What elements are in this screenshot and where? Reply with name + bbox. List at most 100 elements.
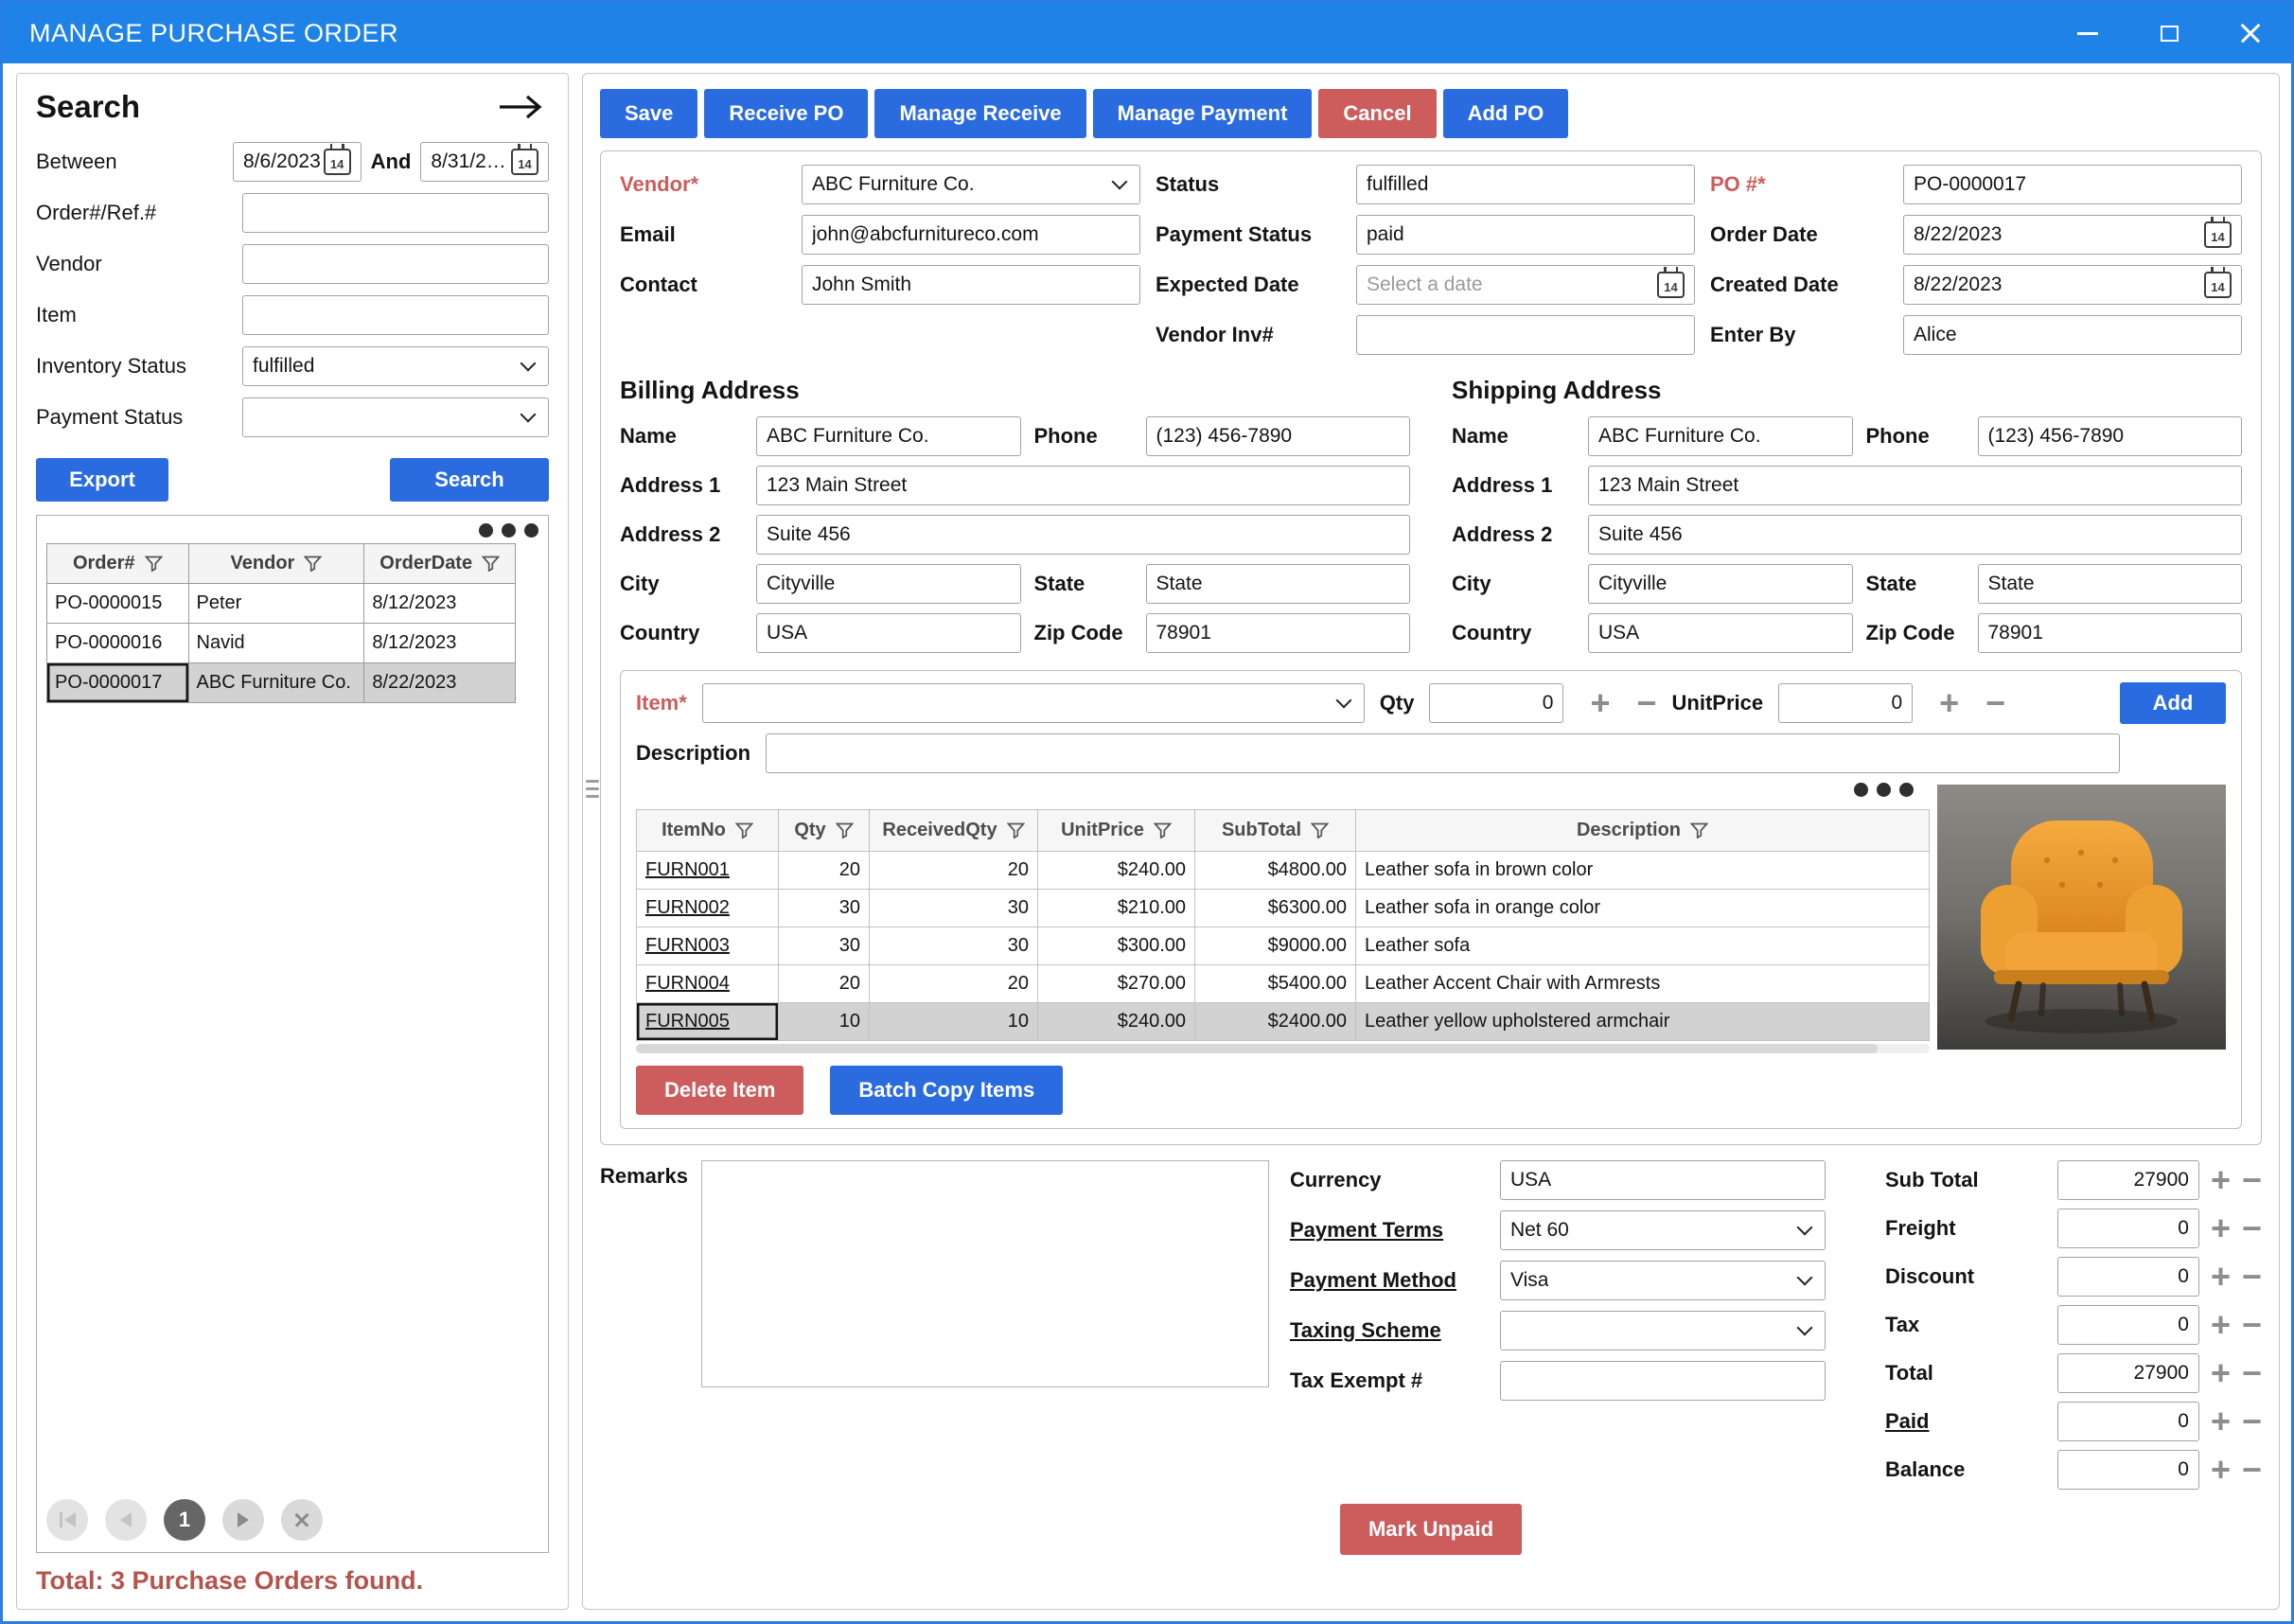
column-header-qty[interactable]: Qty <box>779 810 870 852</box>
vendor-select[interactable]: ABC Furniture Co. <box>802 165 1140 204</box>
billing-city-input[interactable]: Cityville <box>756 564 1021 604</box>
enter-by-input[interactable]: Alice <box>1903 315 2242 355</box>
item-row[interactable]: FURN003 30 30 $300.00 $9000.00 Leather s… <box>637 927 1930 965</box>
minus-icon[interactable] <box>2242 1408 2262 1436</box>
filter-icon[interactable] <box>145 556 163 572</box>
item-row[interactable]: FURN001 20 20 $240.00 $4800.00 Leather s… <box>637 852 1930 890</box>
cancel-page-button[interactable] <box>281 1499 323 1541</box>
filter-icon[interactable] <box>482 556 500 572</box>
next-page-button[interactable] <box>222 1499 264 1541</box>
shipping-address1-input[interactable]: 123 Main Street <box>1588 466 2242 505</box>
po-number-input[interactable]: PO-0000017 <box>1903 165 2242 204</box>
description-input[interactable] <box>766 733 2120 773</box>
filter-icon[interactable] <box>735 822 753 838</box>
payment-terms-label[interactable]: Payment Terms <box>1290 1218 1500 1243</box>
order-ref-input[interactable] <box>242 193 549 233</box>
items-options-menu[interactable] <box>1854 783 1914 797</box>
table-row-selected[interactable]: PO-0000017ABC Furniture Co.8/22/2023 <box>47 663 516 703</box>
column-header-subtotal[interactable]: SubTotal <box>1195 810 1356 852</box>
minus-icon[interactable] <box>2242 1312 2262 1339</box>
freight-input[interactable]: 0 <box>2057 1209 2199 1248</box>
column-header-unitprice[interactable]: UnitPrice <box>1038 810 1195 852</box>
shipping-state-input[interactable]: State <box>1978 564 2243 604</box>
filter-icon[interactable] <box>836 822 854 838</box>
total-input[interactable]: 27900 <box>2057 1353 2199 1393</box>
vendor-search-input[interactable] <box>242 244 549 284</box>
column-header-itemno[interactable]: ItemNo <box>637 810 779 852</box>
filter-icon[interactable] <box>1690 822 1708 838</box>
filter-icon[interactable] <box>1154 822 1172 838</box>
table-row[interactable]: PO-0000016Navid8/12/2023 <box>47 624 516 663</box>
billing-phone-input[interactable]: (123) 456-7890 <box>1146 416 1411 456</box>
shipping-name-input[interactable]: ABC Furniture Co. <box>1588 416 1853 456</box>
calendar-icon[interactable]: 14 <box>2204 221 2232 248</box>
table-row[interactable]: PO-0000015Peter8/12/2023 <box>47 584 516 624</box>
tax-input[interactable]: 0 <box>2057 1305 2199 1345</box>
payment-terms-select[interactable]: Net 60 <box>1500 1210 1826 1250</box>
currency-input[interactable]: USA <box>1500 1160 1826 1200</box>
mark-unpaid-button[interactable]: Mark Unpaid <box>1340 1504 1522 1555</box>
column-header-orderdate[interactable]: OrderDate <box>364 544 516 584</box>
billing-name-input[interactable]: ABC Furniture Co. <box>756 416 1021 456</box>
column-header-order[interactable]: Order# <box>47 544 189 584</box>
export-button[interactable]: Export <box>36 458 168 502</box>
minus-icon[interactable] <box>2242 1215 2262 1243</box>
calendar-icon[interactable]: 14 <box>2204 272 2232 298</box>
save-button[interactable]: Save <box>600 89 697 138</box>
panel-splitter-handle[interactable] <box>586 780 599 798</box>
payment-status-input[interactable]: paid <box>1356 215 1695 255</box>
shipping-city-input[interactable]: Cityville <box>1588 564 1853 604</box>
billing-address2-input[interactable]: Suite 456 <box>756 515 1410 555</box>
remarks-textarea[interactable] <box>701 1160 1269 1387</box>
minus-icon[interactable] <box>2242 1263 2262 1291</box>
minus-icon[interactable] <box>1637 690 1657 717</box>
filter-icon[interactable] <box>304 556 322 572</box>
plus-icon[interactable] <box>1939 690 1959 717</box>
add-po-button[interactable]: Add PO <box>1443 89 1569 138</box>
created-date-input[interactable]: 8/22/202314 <box>1903 265 2242 305</box>
collapse-panel-arrow-icon[interactable] <box>498 94 543 120</box>
plus-icon[interactable] <box>2211 1263 2231 1291</box>
payment-status-search-select[interactable] <box>242 397 549 437</box>
shipping-address2-input[interactable]: Suite 456 <box>1588 515 2242 555</box>
shipping-country-input[interactable]: USA <box>1588 613 1853 653</box>
date-from-input[interactable]: 8/6/2023 14 <box>233 142 362 182</box>
inventory-status-select[interactable]: fulfilled <box>242 346 549 386</box>
vendor-inv-input[interactable] <box>1356 315 1695 355</box>
minimize-button[interactable] <box>2047 3 2128 63</box>
contact-input[interactable]: John Smith <box>802 265 1140 305</box>
plus-icon[interactable] <box>2211 1360 2231 1387</box>
batch-copy-items-button[interactable]: Batch Copy Items <box>830 1066 1063 1115</box>
minus-icon[interactable] <box>2242 1456 2262 1484</box>
previous-page-button[interactable] <box>105 1499 147 1541</box>
order-date-input[interactable]: 8/22/202314 <box>1903 215 2242 255</box>
minus-icon[interactable] <box>1985 690 2005 717</box>
item-select[interactable] <box>702 683 1365 723</box>
table-horizontal-scrollbar[interactable] <box>636 1044 1930 1053</box>
first-page-button[interactable] <box>46 1499 88 1541</box>
date-to-input[interactable]: 8/31/2023 14 <box>420 142 549 182</box>
billing-address1-input[interactable]: 123 Main Street <box>756 466 1410 505</box>
balance-input[interactable]: 0 <box>2057 1450 2199 1490</box>
filter-icon[interactable] <box>1007 822 1025 838</box>
close-button[interactable] <box>2210 3 2291 63</box>
paid-label[interactable]: Paid <box>1885 1409 2057 1434</box>
status-input[interactable]: fulfilled <box>1356 165 1695 204</box>
taxing-scheme-select[interactable] <box>1500 1311 1826 1350</box>
manage-receive-button[interactable]: Manage Receive <box>874 89 1085 138</box>
payment-method-label[interactable]: Payment Method <box>1290 1268 1500 1293</box>
cancel-button[interactable]: Cancel <box>1318 89 1436 138</box>
discount-input[interactable]: 0 <box>2057 1257 2199 1297</box>
billing-country-input[interactable]: USA <box>756 613 1021 653</box>
manage-payment-button[interactable]: Manage Payment <box>1093 89 1313 138</box>
search-button[interactable]: Search <box>390 458 549 502</box>
plus-icon[interactable] <box>2211 1215 2231 1243</box>
item-row-selected[interactable]: FURN005 10 10 $240.00 $2400.00 Leather y… <box>637 1003 1930 1041</box>
shipping-zip-input[interactable]: 78901 <box>1978 613 2243 653</box>
email-input[interactable]: john@abcfurnitureco.com <box>802 215 1140 255</box>
billing-state-input[interactable]: State <box>1146 564 1411 604</box>
receive-po-button[interactable]: Receive PO <box>704 89 868 138</box>
column-header-description[interactable]: Description <box>1356 810 1930 852</box>
delete-item-button[interactable]: Delete Item <box>636 1066 803 1115</box>
current-page-button[interactable]: 1 <box>164 1499 205 1541</box>
